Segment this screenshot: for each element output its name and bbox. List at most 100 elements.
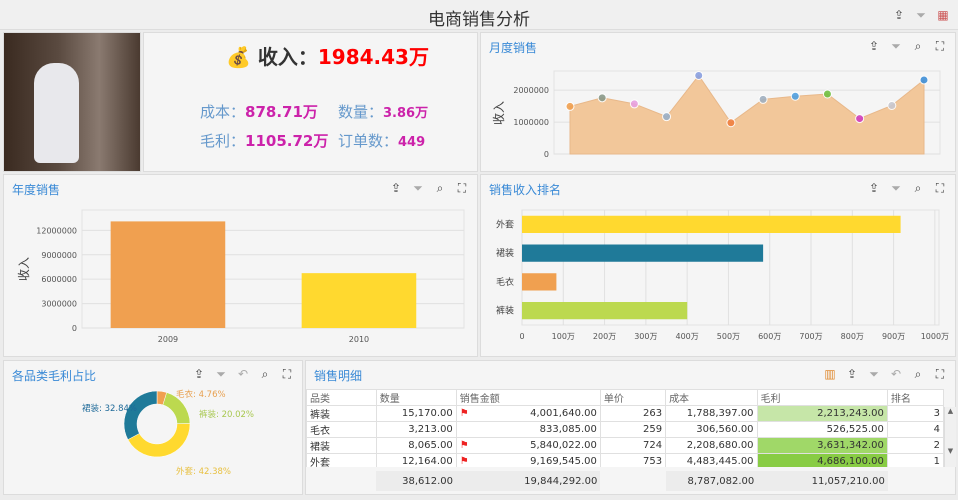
- area-series: [569, 74, 925, 155]
- table-cell: 724: [599, 437, 667, 454]
- table-panel: 销售明细 ▥ ⇪ ⏷ ↶ ⌕ ⛶ 品类 数量 销售金额 单价 成本 毛利 排名 裤装 15,170.00 ⚑…: [305, 360, 956, 495]
- global-toolbar: ⇪ ⏷ ▦: [892, 8, 950, 23]
- table-cell: ⚑ 5,840,022.00: [455, 437, 601, 454]
- detail-table: 品类 数量 销售金额 单价 成本 毛利 排名 裤装 15,170.00 ⚑ 4,001,640.00…: [306, 389, 944, 467]
- totals-row: 38,612.00 19,844,292.00 8,787,082.00 11,057…: [306, 471, 944, 491]
- data-point: [855, 114, 865, 124]
- total-cell: [600, 471, 666, 491]
- column-header[interactable]: 品类: [306, 389, 377, 406]
- cost-value: 878.71万: [245, 103, 318, 121]
- x-tick-label: 400万: [676, 332, 699, 341]
- income-label: 收入：: [257, 45, 318, 69]
- table-row[interactable]: 外套 12,164.00 ⚑ 9,169,545.00 753 4,483,445.00 4…: [306, 453, 944, 467]
- x-tick-label: 100万: [552, 332, 575, 341]
- calendar-icon[interactable]: ▦: [936, 8, 950, 23]
- flag-icon: ⚑: [459, 456, 469, 467]
- table-cell: 2: [886, 437, 944, 454]
- clear-filter-icon[interactable]: ⏷: [914, 8, 928, 23]
- table-row[interactable]: 裤装 15,170.00 ⚑ 4,001,640.00 263 1,788,397.00 2…: [306, 405, 944, 422]
- table-row[interactable]: 毛衣 3,213.00 833,085.00 259 306,560.00 526,525…: [306, 421, 944, 438]
- table-cell: 259: [599, 421, 667, 438]
- y-tick-label: 0: [544, 150, 549, 159]
- pie-chart: 毛衣: 4.76% 裤装: 20.02% 外套: 42.38% 裙装: 32.84%: [82, 389, 254, 477]
- x-tick-label: 700万: [799, 332, 822, 341]
- table-row[interactable]: 裙装 8,065.00 ⚑ 5,840,022.00 724 2,208,680.00 3,…: [306, 437, 944, 454]
- table-cell: 4,483,445.00: [665, 453, 758, 467]
- y-tick-label: 裙装: [496, 247, 514, 259]
- column-header[interactable]: 数量: [375, 389, 457, 406]
- yearly-panel: 年度销售 ⇪ ⏷ ⌕ ⛶ 0 3000000 6000000 9000000 12000000…: [3, 174, 478, 357]
- table-cell: 753: [599, 453, 667, 467]
- column-header[interactable]: 排名: [886, 389, 944, 406]
- table-cell: ⚑ 4,001,640.00: [455, 405, 601, 422]
- table-cell: 306,560.00: [665, 421, 758, 438]
- x-tick-label: 2009: [158, 335, 178, 344]
- x-tick-label: 300万: [634, 332, 657, 341]
- table-cell: ⚑ 9,169,545.00: [455, 453, 601, 467]
- data-point: [597, 93, 607, 103]
- data-point: [758, 94, 768, 104]
- monthly-chart: 0 1000000 2000000 收入: [492, 70, 941, 159]
- yearly-chart: 0 3000000 6000000 9000000 12000000 收入 2009 2010: [17, 209, 465, 344]
- data-point: [662, 112, 672, 122]
- rank-panel: 销售收入排名 ⇪ ⏷ ⌕ ⛶ 0 100万 200万 300万 400万 500万 600万 700…: [480, 174, 956, 357]
- product-photo: [3, 32, 141, 172]
- table-cell: 3,213.00: [375, 421, 457, 438]
- x-tick-label: 200万: [593, 332, 616, 341]
- total-cell: 11,057,210.00: [757, 471, 888, 491]
- x-tick-label: 500万: [717, 332, 740, 341]
- pie-panel: 各品类毛利占比 ⇪ ⏷ ↶ ⌕ ⛶ 毛衣: 4.76% 裤装: 20.02% 外套: 42.…: [3, 360, 303, 495]
- table-cell: 2,208,680.00: [665, 437, 758, 454]
- bar: [522, 215, 901, 233]
- y-tick-label: 毛衣: [496, 276, 514, 288]
- undo-icon[interactable]: ↶: [889, 367, 903, 382]
- profit-label: 毛利：: [200, 132, 246, 150]
- y-tick-label: 6000000: [41, 275, 77, 284]
- column-header[interactable]: 销售金额: [455, 389, 601, 406]
- total-cell: 38,612.00: [375, 471, 457, 491]
- table-cell: 15,170.00: [375, 405, 457, 422]
- y-axis-label: 收入: [492, 101, 506, 125]
- y-tick-label: 1000000: [513, 118, 549, 127]
- columns-icon[interactable]: ▥: [823, 367, 837, 382]
- data-point: [629, 99, 639, 109]
- total-cell: [306, 471, 376, 491]
- export-icon[interactable]: ⇪: [892, 8, 906, 23]
- data-point: [887, 100, 897, 110]
- zoom-filter-icon[interactable]: ⌕: [911, 367, 925, 382]
- bar: [301, 273, 417, 328]
- x-tick-label: 2010: [349, 335, 369, 344]
- table-cell: 2,213,243.00: [756, 405, 888, 422]
- title-bar: 电商销售分析 ⇪ ⏷ ▦: [0, 0, 958, 30]
- column-header[interactable]: 毛利: [756, 389, 888, 406]
- table-cell: 833,085.00: [455, 421, 601, 438]
- profit-value: 1105.72万: [245, 132, 329, 150]
- pie-slice: [123, 390, 158, 440]
- panel-title: 销售明细: [314, 369, 363, 383]
- total-cell: 19,844,292.00: [456, 471, 601, 491]
- export-icon[interactable]: ⇪: [845, 367, 859, 382]
- y-tick-label: 裤装: [496, 305, 514, 317]
- y-tick-label: 0: [72, 324, 77, 333]
- x-tick-label: 800万: [841, 332, 864, 341]
- table-cell: 1: [886, 453, 944, 467]
- income-value: 1984.43万: [317, 45, 429, 69]
- table-scrollbar[interactable]: ▲ ▼: [944, 407, 956, 467]
- x-tick-label: 900万: [882, 332, 905, 341]
- flag-icon: ⚑: [459, 408, 469, 419]
- table-cell: 12,164.00: [375, 453, 457, 467]
- slice-label: 外套: 42.38%: [176, 466, 231, 477]
- y-tick-label: 9000000: [41, 251, 77, 260]
- data-point: [726, 118, 736, 128]
- table-cell: 3: [886, 405, 944, 422]
- column-header[interactable]: 单价: [599, 389, 667, 406]
- table-cell: 裤装: [306, 405, 377, 422]
- fullscreen-icon[interactable]: ⛶: [933, 367, 947, 382]
- clear-filter-icon[interactable]: ⏷: [867, 367, 881, 382]
- y-tick-label: 外套: [496, 218, 514, 230]
- column-header[interactable]: 成本: [665, 389, 758, 406]
- x-tick-label: 1000万: [921, 332, 949, 341]
- money-bag-icon: 💰: [226, 45, 251, 69]
- data-point: [565, 101, 575, 111]
- x-tick-label: 0: [519, 332, 524, 341]
